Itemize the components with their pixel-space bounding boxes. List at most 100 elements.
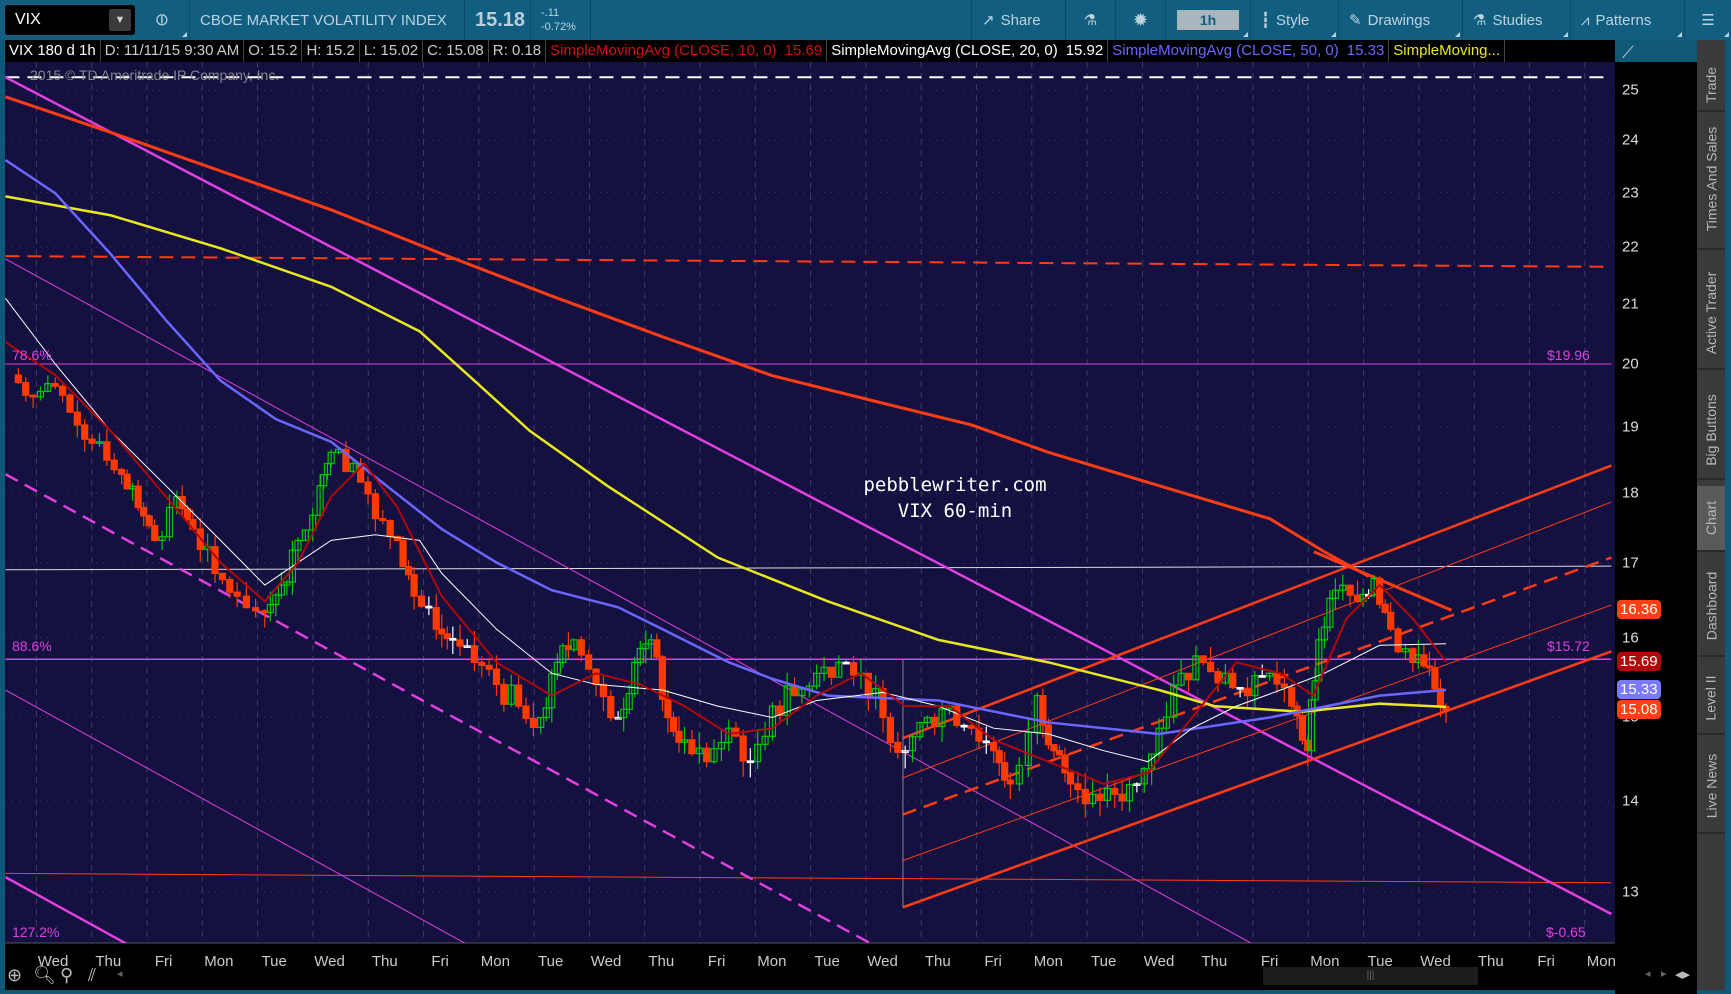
- candle-body: [1243, 687, 1252, 697]
- scroll-left-icon[interactable]: ◂: [117, 967, 123, 980]
- candle-body: [58, 385, 67, 396]
- scroll-right-arrow-icon[interactable]: ▸: [1661, 967, 1667, 980]
- candle-body: [1273, 672, 1281, 685]
- candle-body: [103, 441, 111, 461]
- fib-1272-label: 127.2%: [12, 924, 60, 940]
- candle-body: [592, 668, 600, 686]
- price-tick-label: 23: [1622, 184, 1639, 202]
- candle-body: [73, 411, 81, 426]
- scroll-left-arrow-icon[interactable]: ◂: [1645, 967, 1651, 980]
- candle-body: [842, 661, 850, 665]
- candle-body: [746, 760, 754, 764]
- fib-886-label: 88.6%: [12, 638, 52, 654]
- price-tick-label: 18: [1622, 484, 1639, 502]
- candle-body: [386, 519, 394, 538]
- horizontal-scrollbar[interactable]: |||: [1263, 967, 1478, 985]
- drawing-tool-icon[interactable]: ⫽: [88, 965, 96, 986]
- zoom-in-icon[interactable]: 🔍︎: [33, 965, 56, 986]
- candle-body: [410, 574, 418, 597]
- candle-body: [658, 656, 667, 700]
- candle-body: [432, 606, 440, 630]
- candle-body: [81, 424, 89, 440]
- candle-body: [140, 506, 148, 517]
- candle-body: [1050, 744, 1058, 752]
- candle-body: [110, 459, 118, 471]
- side-tab-times-and-sales[interactable]: Times And Sales: [1697, 110, 1725, 250]
- candle-body: [117, 468, 126, 475]
- candle-body: [886, 716, 895, 744]
- candle-body: [1420, 654, 1428, 667]
- candle-body: [585, 654, 593, 670]
- zoom-out-icon[interactable]: ⚲: [60, 965, 73, 986]
- candle-body: [485, 664, 493, 670]
- side-tab-label: Big Buttons: [1703, 393, 1720, 466]
- crosshair-icon[interactable]: ⊕: [7, 965, 22, 986]
- candle-body: [653, 639, 661, 658]
- candle-body: [218, 572, 227, 581]
- side-tab-trade[interactable]: Trade: [1697, 60, 1725, 112]
- side-tab-label: Live News: [1703, 753, 1719, 819]
- candle-body: [29, 394, 37, 398]
- annotation-line1: pebblewriter.com: [863, 474, 1047, 496]
- candle-body: [990, 742, 998, 752]
- side-tab-label: Trade: [1703, 66, 1719, 104]
- candle-body: [894, 741, 902, 753]
- candle-body: [607, 695, 615, 719]
- candle-body: [1387, 611, 1395, 630]
- candle-body: [931, 716, 939, 728]
- side-panel: Trade Times And Sales Active Trader Big But…: [1697, 40, 1725, 990]
- candle-body: [688, 739, 696, 755]
- side-tab-dashboard[interactable]: Dashboard: [1697, 557, 1725, 657]
- candle-body: [1207, 661, 1215, 673]
- fib-886-price: $15.72: [1547, 638, 1590, 654]
- candle-body: [417, 595, 426, 607]
- side-tab-chart[interactable]: Chart: [1697, 486, 1725, 552]
- price-tick-label: 22: [1622, 238, 1639, 256]
- price-label: 15.33: [1617, 680, 1661, 700]
- candle-body: [703, 747, 711, 763]
- candle-body: [151, 524, 159, 541]
- candle-body: [515, 684, 523, 707]
- side-tab-live-news[interactable]: Live News: [1697, 740, 1725, 834]
- candle-body: [1066, 772, 1075, 785]
- candle-body: [134, 485, 142, 509]
- price-tick-label: 25: [1622, 81, 1639, 99]
- candle-body: [364, 481, 372, 495]
- candle-body: [425, 605, 433, 609]
- candle-body: [522, 705, 530, 720]
- candle-body: [1118, 793, 1126, 802]
- bottom-controls: ⊕ 🔍︎ ⚲ ⫽ ◂ ||| ◂ ▸ ◂▸: [5, 965, 1697, 990]
- candle-body: [1381, 603, 1389, 613]
- price-tick-label: 20: [1622, 355, 1639, 373]
- candle-body: [827, 666, 836, 678]
- side-tab-label: Active Trader: [1703, 271, 1720, 355]
- price-label: 15.69: [1617, 651, 1661, 671]
- candle-body: [22, 381, 30, 396]
- fib-786-price: $19.96: [1547, 347, 1590, 363]
- candle-body: [1096, 793, 1104, 801]
- fib-1272-price: $-0.65: [1546, 924, 1586, 940]
- candle-body: [739, 735, 747, 762]
- expand-icon[interactable]: ◂▸: [1675, 965, 1690, 983]
- price-label: 16.36: [1617, 600, 1661, 620]
- candle-body: [500, 683, 508, 705]
- candle-body: [1006, 779, 1014, 785]
- candle-body: [1288, 686, 1296, 707]
- candle-body: [478, 661, 486, 667]
- candle-body: [183, 508, 192, 521]
- chart-annotation: pebblewriter.com VIX 60-min: [863, 472, 1046, 524]
- candle-body: [1184, 672, 1193, 681]
- candle-body: [438, 628, 446, 635]
- candle-body: [995, 750, 1003, 764]
- side-tab-big-buttons[interactable]: Big Buttons: [1697, 381, 1725, 480]
- price-tick-label: 19: [1622, 418, 1639, 436]
- candle-body: [967, 725, 976, 729]
- candle-body: [1258, 675, 1266, 678]
- side-tab-active-trader[interactable]: Active Trader: [1697, 258, 1725, 370]
- price-tick-label: 16: [1622, 629, 1639, 647]
- candle-body: [51, 383, 59, 387]
- price-tick-label: 13: [1622, 883, 1639, 901]
- candle-body: [577, 639, 585, 656]
- side-tab-level-ii[interactable]: Level II: [1697, 662, 1725, 735]
- side-tab-label: Level II: [1703, 674, 1720, 721]
